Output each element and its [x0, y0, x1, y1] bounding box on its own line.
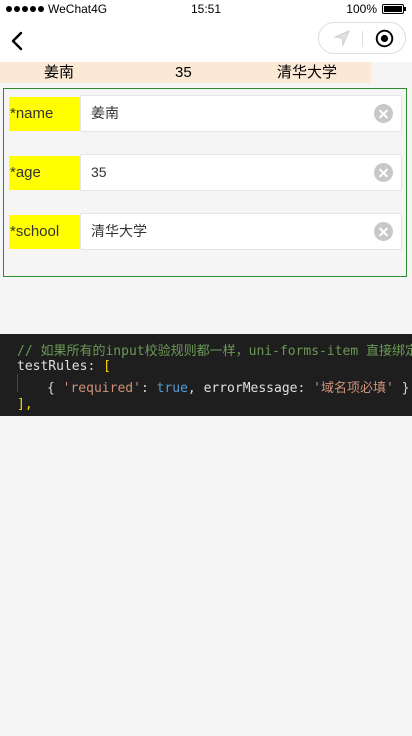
code-brace-close: }: [393, 381, 410, 396]
code-snippet: // 如果所有的input校验规则都一样，uni-forms-item 直接绑定…: [0, 334, 412, 416]
code-colon: :: [297, 381, 314, 396]
school-input-value: 清华大学: [91, 223, 147, 239]
code-comment: // 如果所有的input校验规则都一样，uni-forms-item 直接绑定: [17, 344, 412, 359]
code-key: errorMessage: [203, 381, 298, 396]
form-item-name: *name 姜南: [9, 95, 402, 132]
location-arrow-icon[interactable]: [333, 29, 351, 47]
battery-percent: 100%: [346, 2, 377, 16]
age-input[interactable]: 35: [80, 154, 402, 191]
battery-area: 100%: [346, 2, 406, 16]
name-label: *name: [9, 97, 81, 131]
code-string: '域名项必填': [313, 381, 394, 396]
name-input[interactable]: 姜南: [80, 95, 402, 132]
age-input-value: 35: [91, 164, 107, 180]
info-school: 清华大学: [277, 64, 338, 81]
code-bracket: [: [103, 359, 111, 374]
info-name: 姜南: [44, 64, 75, 81]
code-line-rule: { 'required': true, errorMessage: '域名项必填…: [47, 377, 409, 396]
school-label: *school: [9, 215, 81, 249]
info-row: 姜南 35 清华大学: [0, 62, 371, 83]
clear-icon[interactable]: [374, 104, 393, 123]
age-label: *age: [9, 156, 81, 190]
capsule-divider: [362, 31, 363, 47]
form-container: *name 姜南 *age 35 *school 清华大学: [3, 88, 407, 277]
form-item-age: *age 35: [9, 154, 402, 191]
school-input[interactable]: 清华大学: [80, 213, 402, 250]
code-colon: :: [87, 359, 104, 374]
chevron-left-icon[interactable]: [6, 29, 30, 53]
code-keyword: true: [156, 381, 188, 396]
battery-icon: [382, 4, 406, 14]
clear-icon[interactable]: [374, 163, 393, 182]
name-input-value: 姜南: [91, 105, 119, 121]
code-brace-open: {: [47, 381, 63, 396]
code-line-rules: testRules: [: [17, 359, 111, 374]
target-icon[interactable]: [375, 29, 394, 48]
code-colon: :: [140, 381, 157, 396]
status-bar: WeChat4G 15:51 100%: [0, 0, 412, 20]
code-comma: ,: [187, 381, 204, 396]
code-key: testRules: [17, 359, 88, 374]
indent-guide: [17, 374, 18, 392]
clear-icon[interactable]: [374, 222, 393, 241]
form-item-school: *school 清华大学: [9, 213, 402, 250]
code-line-close: ],: [17, 397, 33, 412]
info-age: 35: [175, 64, 192, 81]
code-string: 'required': [62, 381, 141, 396]
nav-bar: [0, 20, 412, 62]
menu-capsule: [318, 22, 406, 54]
